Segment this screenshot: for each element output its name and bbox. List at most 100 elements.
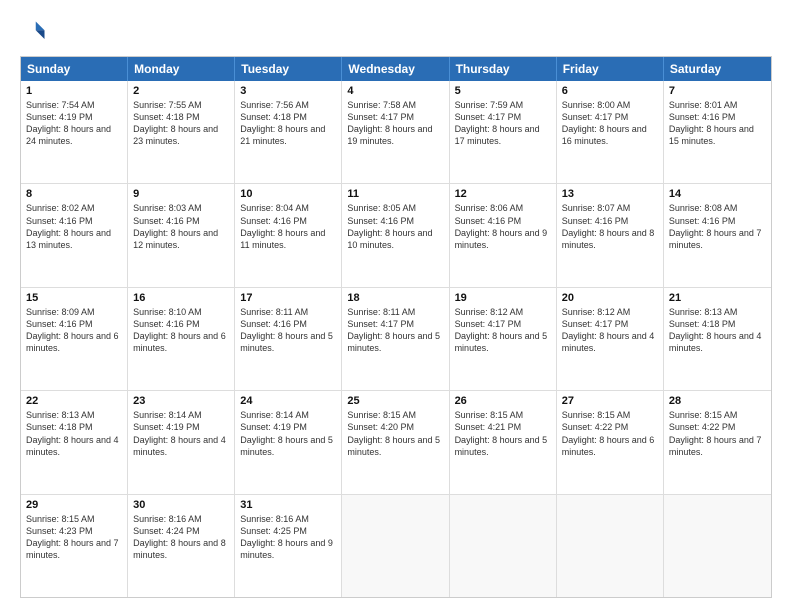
day-number: 26 xyxy=(455,395,551,407)
day-info: Sunrise: 8:07 AMSunset: 4:16 PMDaylight:… xyxy=(562,202,658,251)
day-info: Sunrise: 8:08 AMSunset: 4:16 PMDaylight:… xyxy=(669,202,766,251)
day-number: 6 xyxy=(562,85,658,97)
day-number: 25 xyxy=(347,395,443,407)
day-number: 3 xyxy=(240,85,336,97)
day-cell-15: 15 Sunrise: 8:09 AMSunset: 4:16 PMDayligh… xyxy=(21,288,128,390)
day-cell-25: 25 Sunrise: 8:15 AMSunset: 4:20 PMDayligh… xyxy=(342,391,449,493)
day-cell-24: 24Sunrise: 8:14 AMSunset: 4:19 PMDayligh… xyxy=(235,391,342,493)
day-number: 15 xyxy=(26,292,122,304)
day-cell-9: 9 Sunrise: 8:03 AMSunset: 4:16 PMDaylight… xyxy=(128,184,235,286)
day-cell-4: 4Sunrise: 7:58 AMSunset: 4:17 PMDaylight… xyxy=(342,81,449,183)
header xyxy=(20,18,772,46)
day-cell-1: 1 Sunrise: 7:54 AMSunset: 4:19 PMDaylight… xyxy=(21,81,128,183)
day-number: 27 xyxy=(562,395,658,407)
week-row-1: 1 Sunrise: 7:54 AMSunset: 4:19 PMDaylight… xyxy=(21,81,771,183)
logo-icon xyxy=(20,18,48,46)
day-cell-8: 8Sunrise: 8:02 AMSunset: 4:16 PMDaylight… xyxy=(21,184,128,286)
day-cell-22: 22Sunrise: 8:13 AMSunset: 4:18 PMDayligh… xyxy=(21,391,128,493)
day-info: Sunrise: 8:00 AMSunset: 4:17 PMDaylight:… xyxy=(562,99,658,148)
day-info: Sunrise: 8:15 AMSunset: 4:20 PMDaylight:… xyxy=(347,409,443,458)
day-cell-21: 21 Sunrise: 8:13 AMSunset: 4:18 PMDayligh… xyxy=(664,288,771,390)
day-cell-28: 28Sunrise: 8:15 AMSunset: 4:22 PMDayligh… xyxy=(664,391,771,493)
day-number: 21 xyxy=(669,292,766,304)
day-cell-2: 2 Sunrise: 7:55 AMSunset: 4:18 PMDaylight… xyxy=(128,81,235,183)
day-info: Sunrise: 8:11 AMSunset: 4:16 PMDaylight:… xyxy=(240,306,336,355)
day-number: 24 xyxy=(240,395,336,407)
header-day-tuesday: Tuesday xyxy=(235,57,342,81)
day-info: Sunrise: 8:10 AMSunset: 4:16 PMDaylight:… xyxy=(133,306,229,355)
empty-cell xyxy=(664,495,771,597)
day-number: 10 xyxy=(240,188,336,200)
day-info: Sunrise: 7:55 AMSunset: 4:18 PMDaylight:… xyxy=(133,99,229,148)
day-number: 9 xyxy=(133,188,229,200)
day-number: 29 xyxy=(26,499,122,511)
week-row-2: 8Sunrise: 8:02 AMSunset: 4:16 PMDaylight… xyxy=(21,183,771,286)
day-number: 22 xyxy=(26,395,122,407)
page: SundayMondayTuesdayWednesdayThursdayFrid… xyxy=(0,0,792,612)
day-info: Sunrise: 8:04 AMSunset: 4:16 PMDaylight:… xyxy=(240,202,336,251)
day-info: Sunrise: 8:06 AMSunset: 4:16 PMDaylight:… xyxy=(455,202,551,251)
day-number: 1 xyxy=(26,85,122,97)
header-day-saturday: Saturday xyxy=(664,57,771,81)
day-cell-10: 10 Sunrise: 8:04 AMSunset: 4:16 PMDayligh… xyxy=(235,184,342,286)
day-number: 20 xyxy=(562,292,658,304)
day-number: 23 xyxy=(133,395,229,407)
day-info: Sunrise: 7:56 AMSunset: 4:18 PMDaylight:… xyxy=(240,99,336,148)
empty-cell xyxy=(557,495,664,597)
day-info: Sunrise: 8:16 AMSunset: 4:25 PMDaylight:… xyxy=(240,513,336,562)
day-info: Sunrise: 8:15 AMSunset: 4:22 PMDaylight:… xyxy=(669,409,766,458)
day-info: Sunrise: 8:15 AMSunset: 4:21 PMDaylight:… xyxy=(455,409,551,458)
day-info: Sunrise: 8:03 AMSunset: 4:16 PMDaylight:… xyxy=(133,202,229,251)
header-day-friday: Friday xyxy=(557,57,664,81)
day-info: Sunrise: 8:12 AMSunset: 4:17 PMDaylight:… xyxy=(562,306,658,355)
day-cell-18: 18Sunrise: 8:11 AMSunset: 4:17 PMDayligh… xyxy=(342,288,449,390)
day-info: Sunrise: 7:54 AMSunset: 4:19 PMDaylight:… xyxy=(26,99,122,148)
day-cell-12: 12 Sunrise: 8:06 AMSunset: 4:16 PMDayligh… xyxy=(450,184,557,286)
day-number: 16 xyxy=(133,292,229,304)
day-info: Sunrise: 8:09 AMSunset: 4:16 PMDaylight:… xyxy=(26,306,122,355)
day-number: 5 xyxy=(455,85,551,97)
day-number: 2 xyxy=(133,85,229,97)
day-cell-5: 5 Sunrise: 7:59 AMSunset: 4:17 PMDaylight… xyxy=(450,81,557,183)
week-row-5: 29 Sunrise: 8:15 AMSunset: 4:23 PMDayligh… xyxy=(21,494,771,597)
header-day-sunday: Sunday xyxy=(21,57,128,81)
day-cell-20: 20 Sunrise: 8:12 AMSunset: 4:17 PMDayligh… xyxy=(557,288,664,390)
day-info: Sunrise: 8:15 AMSunset: 4:22 PMDaylight:… xyxy=(562,409,658,458)
day-number: 30 xyxy=(133,499,229,511)
day-cell-31: 31 Sunrise: 8:16 AMSunset: 4:25 PMDayligh… xyxy=(235,495,342,597)
header-day-wednesday: Wednesday xyxy=(342,57,449,81)
day-cell-19: 19Sunrise: 8:12 AMSunset: 4:17 PMDayligh… xyxy=(450,288,557,390)
day-info: Sunrise: 8:05 AMSunset: 4:16 PMDaylight:… xyxy=(347,202,443,251)
day-number: 17 xyxy=(240,292,336,304)
day-info: Sunrise: 8:11 AMSunset: 4:17 PMDaylight:… xyxy=(347,306,443,355)
day-cell-23: 23 Sunrise: 8:14 AMSunset: 4:19 PMDayligh… xyxy=(128,391,235,493)
day-number: 31 xyxy=(240,499,336,511)
day-info: Sunrise: 7:59 AMSunset: 4:17 PMDaylight:… xyxy=(455,99,551,148)
day-info: Sunrise: 8:13 AMSunset: 4:18 PMDaylight:… xyxy=(669,306,766,355)
day-number: 19 xyxy=(455,292,551,304)
day-info: Sunrise: 8:15 AMSunset: 4:23 PMDaylight:… xyxy=(26,513,122,562)
day-cell-27: 27 Sunrise: 8:15 AMSunset: 4:22 PMDayligh… xyxy=(557,391,664,493)
day-number: 14 xyxy=(669,188,766,200)
calendar: SundayMondayTuesdayWednesdayThursdayFrid… xyxy=(20,56,772,598)
day-info: Sunrise: 8:14 AMSunset: 4:19 PMDaylight:… xyxy=(133,409,229,458)
day-cell-14: 14 Sunrise: 8:08 AMSunset: 4:16 PMDayligh… xyxy=(664,184,771,286)
calendar-header: SundayMondayTuesdayWednesdayThursdayFrid… xyxy=(21,57,771,81)
day-number: 13 xyxy=(562,188,658,200)
day-cell-30: 30Sunrise: 8:16 AMSunset: 4:24 PMDayligh… xyxy=(128,495,235,597)
day-cell-29: 29 Sunrise: 8:15 AMSunset: 4:23 PMDayligh… xyxy=(21,495,128,597)
day-cell-11: 11Sunrise: 8:05 AMSunset: 4:16 PMDayligh… xyxy=(342,184,449,286)
day-cell-17: 17 Sunrise: 8:11 AMSunset: 4:16 PMDayligh… xyxy=(235,288,342,390)
day-cell-16: 16 Sunrise: 8:10 AMSunset: 4:16 PMDayligh… xyxy=(128,288,235,390)
day-number: 7 xyxy=(669,85,766,97)
logo xyxy=(20,18,52,46)
day-info: Sunrise: 7:58 AMSunset: 4:17 PMDaylight:… xyxy=(347,99,443,148)
day-info: Sunrise: 8:01 AMSunset: 4:16 PMDaylight:… xyxy=(669,99,766,148)
header-day-monday: Monday xyxy=(128,57,235,81)
day-cell-3: 3 Sunrise: 7:56 AMSunset: 4:18 PMDaylight… xyxy=(235,81,342,183)
header-day-thursday: Thursday xyxy=(450,57,557,81)
empty-cell xyxy=(342,495,449,597)
day-cell-26: 26 Sunrise: 8:15 AMSunset: 4:21 PMDayligh… xyxy=(450,391,557,493)
day-number: 12 xyxy=(455,188,551,200)
day-cell-7: 7 Sunrise: 8:01 AMSunset: 4:16 PMDaylight… xyxy=(664,81,771,183)
